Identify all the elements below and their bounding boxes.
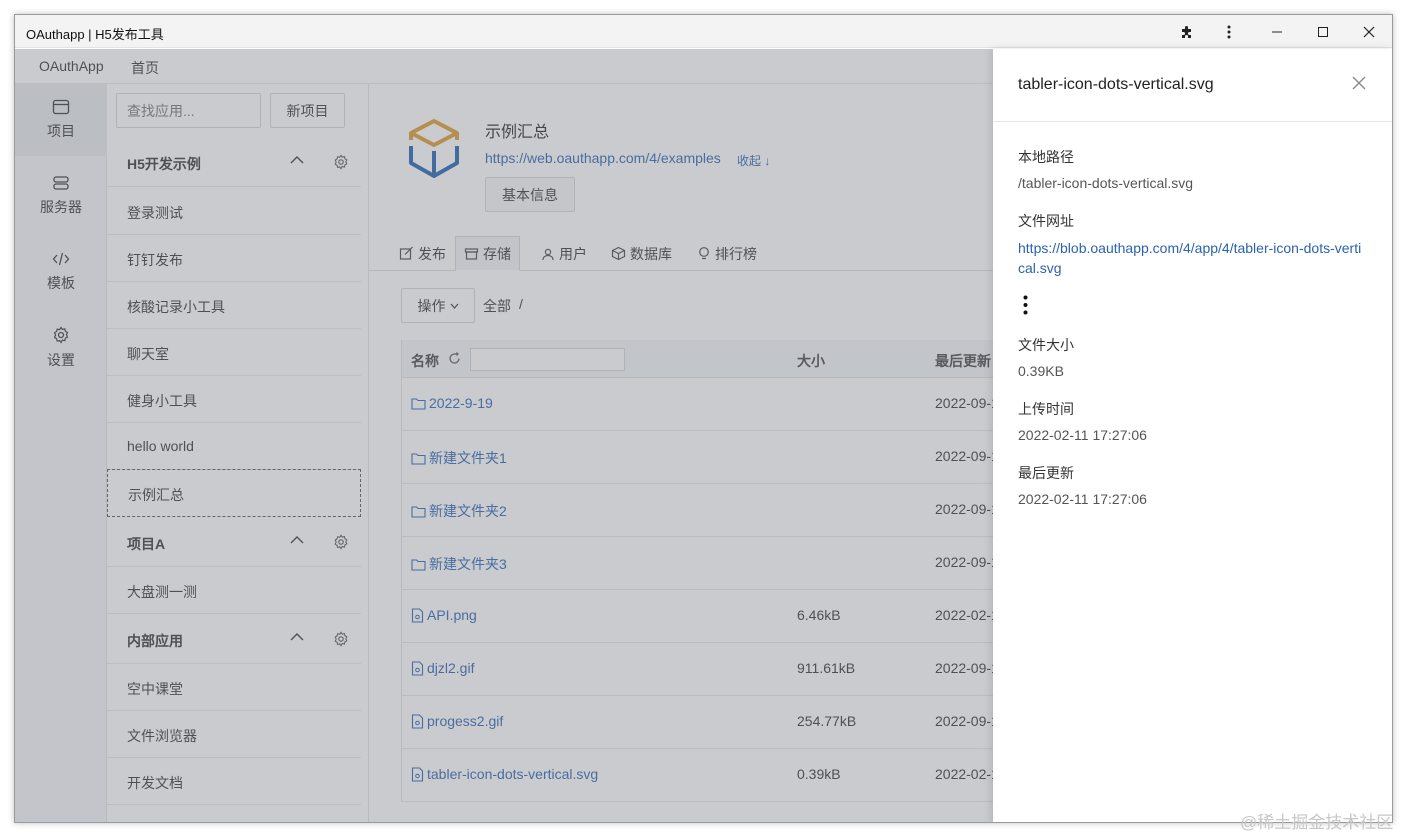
maximize-icon [1318, 26, 1328, 37]
updated-time-label: 最后更新 [1018, 465, 1074, 481]
app-window: OAuthapp | H5发布工具 OAuthApp 首页 项目 服务器 模板 … [14, 14, 1393, 823]
upload-time-value: 2022-02-11 17:27:06 [1018, 427, 1147, 443]
title-bar: OAuthapp | H5发布工具 [15, 15, 1392, 48]
close-icon [1363, 26, 1375, 37]
drawer-title: tabler-icon-dots-vertical.svg [1018, 76, 1214, 93]
dots-vertical-icon [1227, 25, 1231, 38]
file-detail-drawer: tabler-icon-dots-vertical.svg 本地路径 /tabl… [993, 49, 1392, 822]
modal-overlay[interactable] [15, 49, 993, 822]
drawer-header: tabler-icon-dots-vertical.svg [993, 49, 1392, 122]
file-url-label: 文件网址 [1018, 213, 1074, 229]
close-window-button[interactable] [1347, 15, 1391, 48]
minimize-button[interactable] [1255, 15, 1299, 48]
close-icon[interactable] [1352, 76, 1366, 90]
window-title: OAuthapp | H5发布工具 [26, 27, 164, 42]
dots-vertical-icon [1023, 295, 1028, 315]
extensions-button[interactable] [1165, 15, 1209, 48]
puzzle-icon [1182, 25, 1191, 38]
file-size-value: 0.39KB [1018, 363, 1064, 379]
file-size-label: 文件大小 [1018, 337, 1074, 353]
updated-time-value: 2022-02-11 17:27:06 [1018, 491, 1147, 507]
upload-time-label: 上传时间 [1018, 401, 1074, 417]
local-path-value: /tabler-icon-dots-vertical.svg [1018, 175, 1194, 191]
maximize-button[interactable] [1301, 15, 1345, 48]
local-path-label: 本地路径 [1018, 149, 1074, 165]
more-menu-button[interactable] [1207, 15, 1251, 48]
minimize-icon [1272, 31, 1282, 32]
watermark: @稀土掘金技术社区 [1240, 813, 1394, 832]
file-url-link[interactable]: https://blob.oauthapp.com/4/app/4/tabler… [1018, 238, 1368, 278]
